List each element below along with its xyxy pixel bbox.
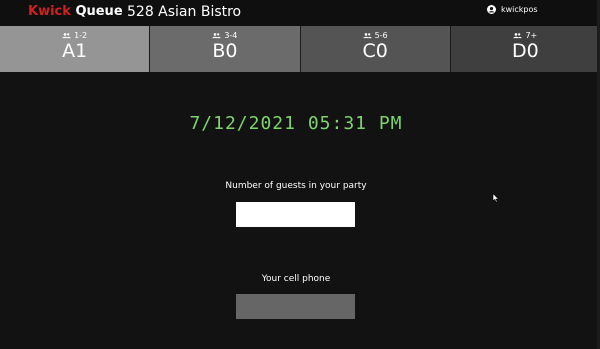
brand-logo: Kwick Queue <box>28 4 123 19</box>
tab-queue-code: B0 <box>212 40 238 62</box>
people-icon <box>212 32 221 39</box>
tab-range: 3-4 <box>212 31 237 40</box>
tab-range-label: 1-2 <box>74 31 88 40</box>
user-menu[interactable]: kwickpos <box>487 5 538 14</box>
date-time-clock: 7/12/2021 05:31 PM <box>189 113 403 134</box>
tab-party-3-4[interactable]: 3-4 B0 <box>150 26 301 72</box>
tab-range: 7+ <box>513 31 537 40</box>
people-icon <box>362 32 372 39</box>
party-size-tabs: 1-2 A1 3-4 B0 5-6 C0 7+ D0 <box>0 26 600 72</box>
tab-queue-code: D0 <box>512 40 539 62</box>
tab-range-label: 7+ <box>525 31 538 40</box>
tab-range: 5-6 <box>362 31 388 40</box>
guests-label: Number of guests in your party <box>225 181 367 191</box>
tab-range-label: 3-4 <box>224 31 238 40</box>
brand-word-queue: Queue <box>75 4 123 19</box>
store-name: 528 Asian Bistro <box>127 4 242 20</box>
tab-queue-code: C0 <box>362 40 388 62</box>
top-bar: Kwick Queue 528 Asian Bistro kwickpos <box>0 0 600 27</box>
phone-input[interactable] <box>236 294 355 319</box>
tab-party-5-6[interactable]: 5-6 C0 <box>300 26 451 72</box>
people-icon <box>513 32 523 39</box>
phone-label: Your cell phone <box>261 274 331 284</box>
guests-input[interactable] <box>236 202 355 227</box>
people-icon <box>62 32 71 39</box>
user-circle-icon <box>487 5 496 14</box>
tab-range-label: 5-6 <box>374 31 388 40</box>
brand-word-kwick: Kwick <box>28 4 71 19</box>
tab-queue-code: A1 <box>62 40 88 62</box>
user-name: kwickpos <box>501 5 538 14</box>
tab-range: 1-2 <box>62 31 87 40</box>
tab-party-7-plus[interactable]: 7+ D0 <box>450 26 600 72</box>
tab-party-1-2[interactable]: 1-2 A1 <box>0 26 151 72</box>
mouse-cursor-icon <box>492 193 500 203</box>
